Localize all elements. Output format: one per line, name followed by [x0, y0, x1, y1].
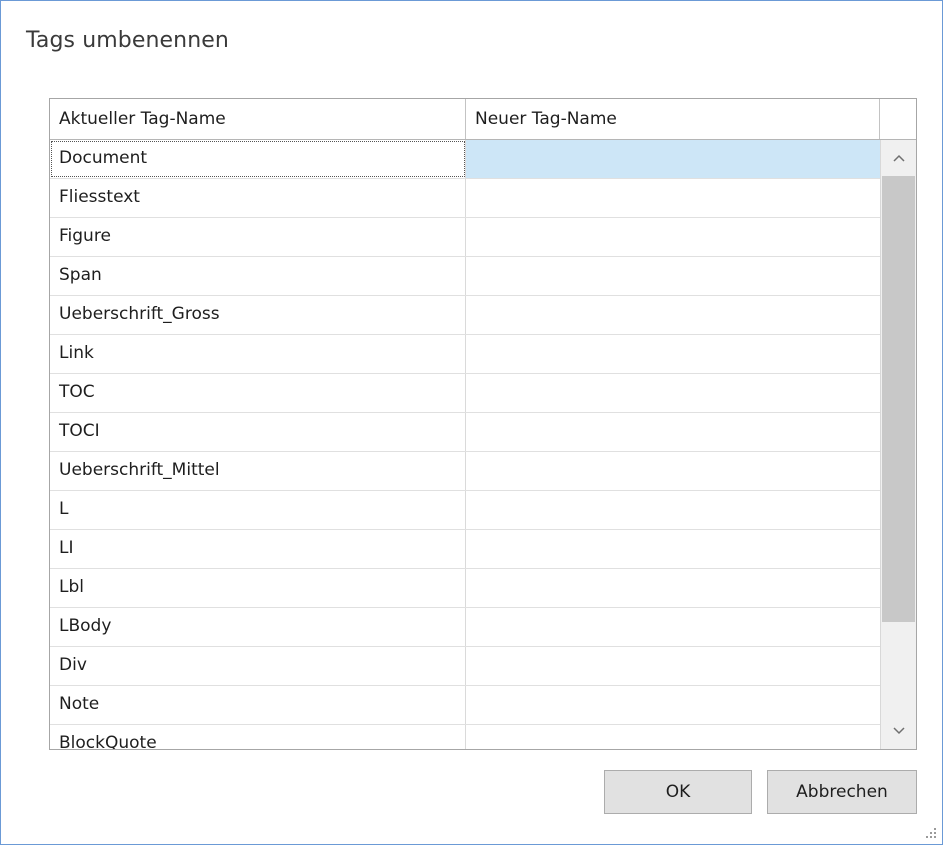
resize-grip-icon[interactable] — [926, 828, 936, 838]
column-header-current-tag[interactable]: Aktueller Tag-Name — [50, 99, 466, 139]
new-tag-cell[interactable] — [466, 218, 880, 256]
new-tag-cell[interactable] — [466, 140, 880, 178]
current-tag-cell[interactable]: Ueberschrift_Gross — [50, 296, 466, 334]
table-row[interactable]: TOC — [50, 374, 880, 413]
chevron-down-icon[interactable] — [881, 713, 916, 749]
tags-grid: Aktueller Tag-Name Neuer Tag-Name Docume… — [49, 98, 917, 750]
table-row[interactable]: Lbl — [50, 569, 880, 608]
current-tag-cell[interactable]: Document — [50, 140, 466, 178]
current-tag-cell[interactable]: Note — [50, 686, 466, 724]
cancel-button[interactable]: Abbrechen — [767, 770, 917, 814]
table-row[interactable]: Document — [50, 140, 880, 179]
table-row[interactable]: LBody — [50, 608, 880, 647]
table-row[interactable]: Span — [50, 257, 880, 296]
table-row[interactable]: LI — [50, 530, 880, 569]
new-tag-cell[interactable] — [466, 647, 880, 685]
current-tag-cell[interactable]: Div — [50, 647, 466, 685]
current-tag-cell[interactable]: L — [50, 491, 466, 529]
dialog-title: Tags umbenennen — [26, 28, 229, 53]
grid-header: Aktueller Tag-Name Neuer Tag-Name — [50, 99, 916, 140]
ok-button[interactable]: OK — [604, 770, 752, 814]
new-tag-cell[interactable] — [466, 257, 880, 295]
table-row[interactable]: Link — [50, 335, 880, 374]
current-tag-cell[interactable]: Fliesstext — [50, 179, 466, 217]
header-corner — [880, 99, 916, 139]
table-row[interactable]: Note — [50, 686, 880, 725]
new-tag-cell[interactable] — [466, 452, 880, 490]
new-tag-cell[interactable] — [466, 608, 880, 646]
table-row[interactable]: Div — [50, 647, 880, 686]
table-row[interactable]: L — [50, 491, 880, 530]
current-tag-cell[interactable]: Figure — [50, 218, 466, 256]
grid-rows: Document Fliesstext Figure Span Ueberschrift… — [50, 140, 880, 749]
table-row[interactable]: BlockQuote — [50, 725, 880, 749]
scrollbar-thumb[interactable] — [882, 176, 915, 622]
chevron-up-icon[interactable] — [881, 140, 916, 176]
new-tag-cell[interactable] — [466, 491, 880, 529]
table-row[interactable]: Fliesstext — [50, 179, 880, 218]
current-tag-cell[interactable]: TOC — [50, 374, 466, 412]
new-tag-cell[interactable] — [466, 374, 880, 412]
new-tag-cell[interactable] — [466, 413, 880, 451]
current-tag-cell[interactable]: Link — [50, 335, 466, 373]
current-tag-cell[interactable]: BlockQuote — [50, 725, 466, 749]
table-row[interactable]: Ueberschrift_Mittel — [50, 452, 880, 491]
new-tag-cell[interactable] — [466, 569, 880, 607]
new-tag-cell[interactable] — [466, 725, 880, 749]
current-tag-cell[interactable]: Lbl — [50, 569, 466, 607]
vertical-scrollbar[interactable] — [880, 140, 916, 749]
current-tag-cell[interactable]: Ueberschrift_Mittel — [50, 452, 466, 490]
new-tag-cell[interactable] — [466, 179, 880, 217]
table-row[interactable]: Figure — [50, 218, 880, 257]
new-tag-cell[interactable] — [466, 335, 880, 373]
current-tag-cell[interactable]: TOCI — [50, 413, 466, 451]
new-tag-cell[interactable] — [466, 686, 880, 724]
current-tag-cell[interactable]: LI — [50, 530, 466, 568]
current-tag-cell[interactable]: Span — [50, 257, 466, 295]
current-tag-cell[interactable]: LBody — [50, 608, 466, 646]
new-tag-cell[interactable] — [466, 296, 880, 334]
table-row[interactable]: TOCI — [50, 413, 880, 452]
table-row[interactable]: Ueberschrift_Gross — [50, 296, 880, 335]
new-tag-cell[interactable] — [466, 530, 880, 568]
rename-tags-dialog: Tags umbenennen Aktueller Tag-Name Neuer… — [0, 0, 943, 845]
column-header-new-tag[interactable]: Neuer Tag-Name — [466, 99, 880, 139]
